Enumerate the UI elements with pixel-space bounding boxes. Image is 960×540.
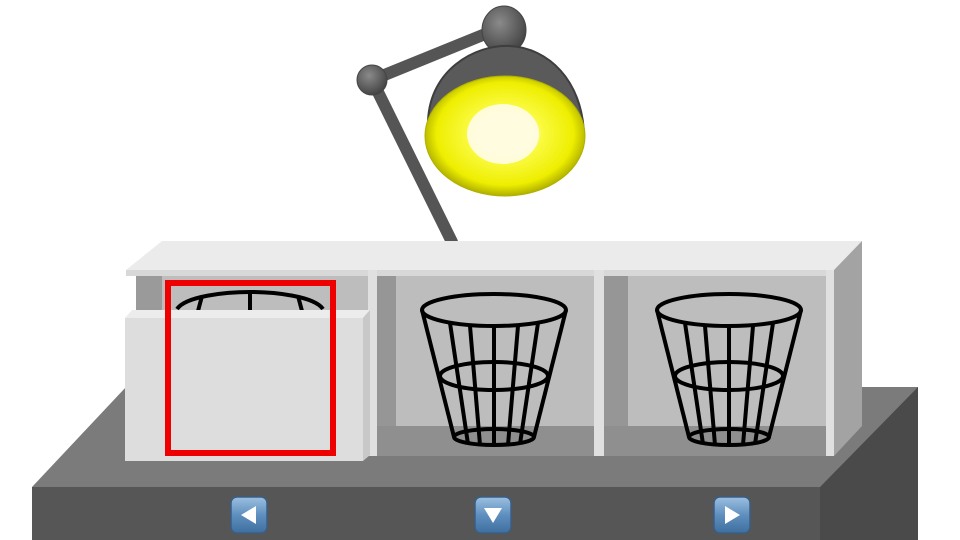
- game-scene: [32, 5, 918, 540]
- right-arrow-button[interactable]: [713, 496, 751, 534]
- lamp-bulb: [424, 75, 586, 197]
- desk-lamp-icon[interactable]: [356, 5, 586, 248]
- left-arrow-button[interactable]: [230, 496, 268, 534]
- down-arrow-button[interactable]: [474, 496, 512, 534]
